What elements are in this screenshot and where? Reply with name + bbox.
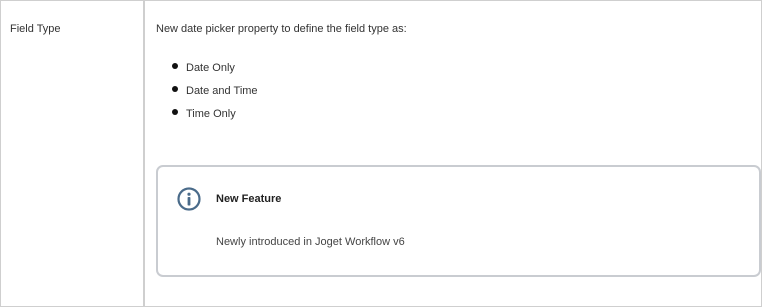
bullet-icon — [172, 86, 178, 92]
option-time-only: Time Only — [186, 108, 236, 120]
property-name: Field Type — [10, 23, 61, 35]
property-description-cell: New date picker property to define the f… — [147, 1, 761, 306]
bullet-icon — [172, 63, 178, 69]
property-table: Field Type New date picker property to d… — [0, 0, 762, 307]
option-date-and-time: Date and Time — [186, 85, 258, 97]
description-intro: New date picker property to define the f… — [156, 23, 407, 35]
info-panel-title: New Feature — [216, 193, 282, 205]
info-panel: New Feature Newly introduced in Joget Wo… — [156, 165, 761, 277]
bullet-icon — [172, 109, 178, 115]
info-icon — [177, 187, 201, 211]
option-date-only: Date Only — [186, 62, 235, 74]
info-panel-body: Newly introduced in Joget Workflow v6 — [216, 236, 405, 248]
property-name-cell: Field Type — [1, 1, 145, 306]
